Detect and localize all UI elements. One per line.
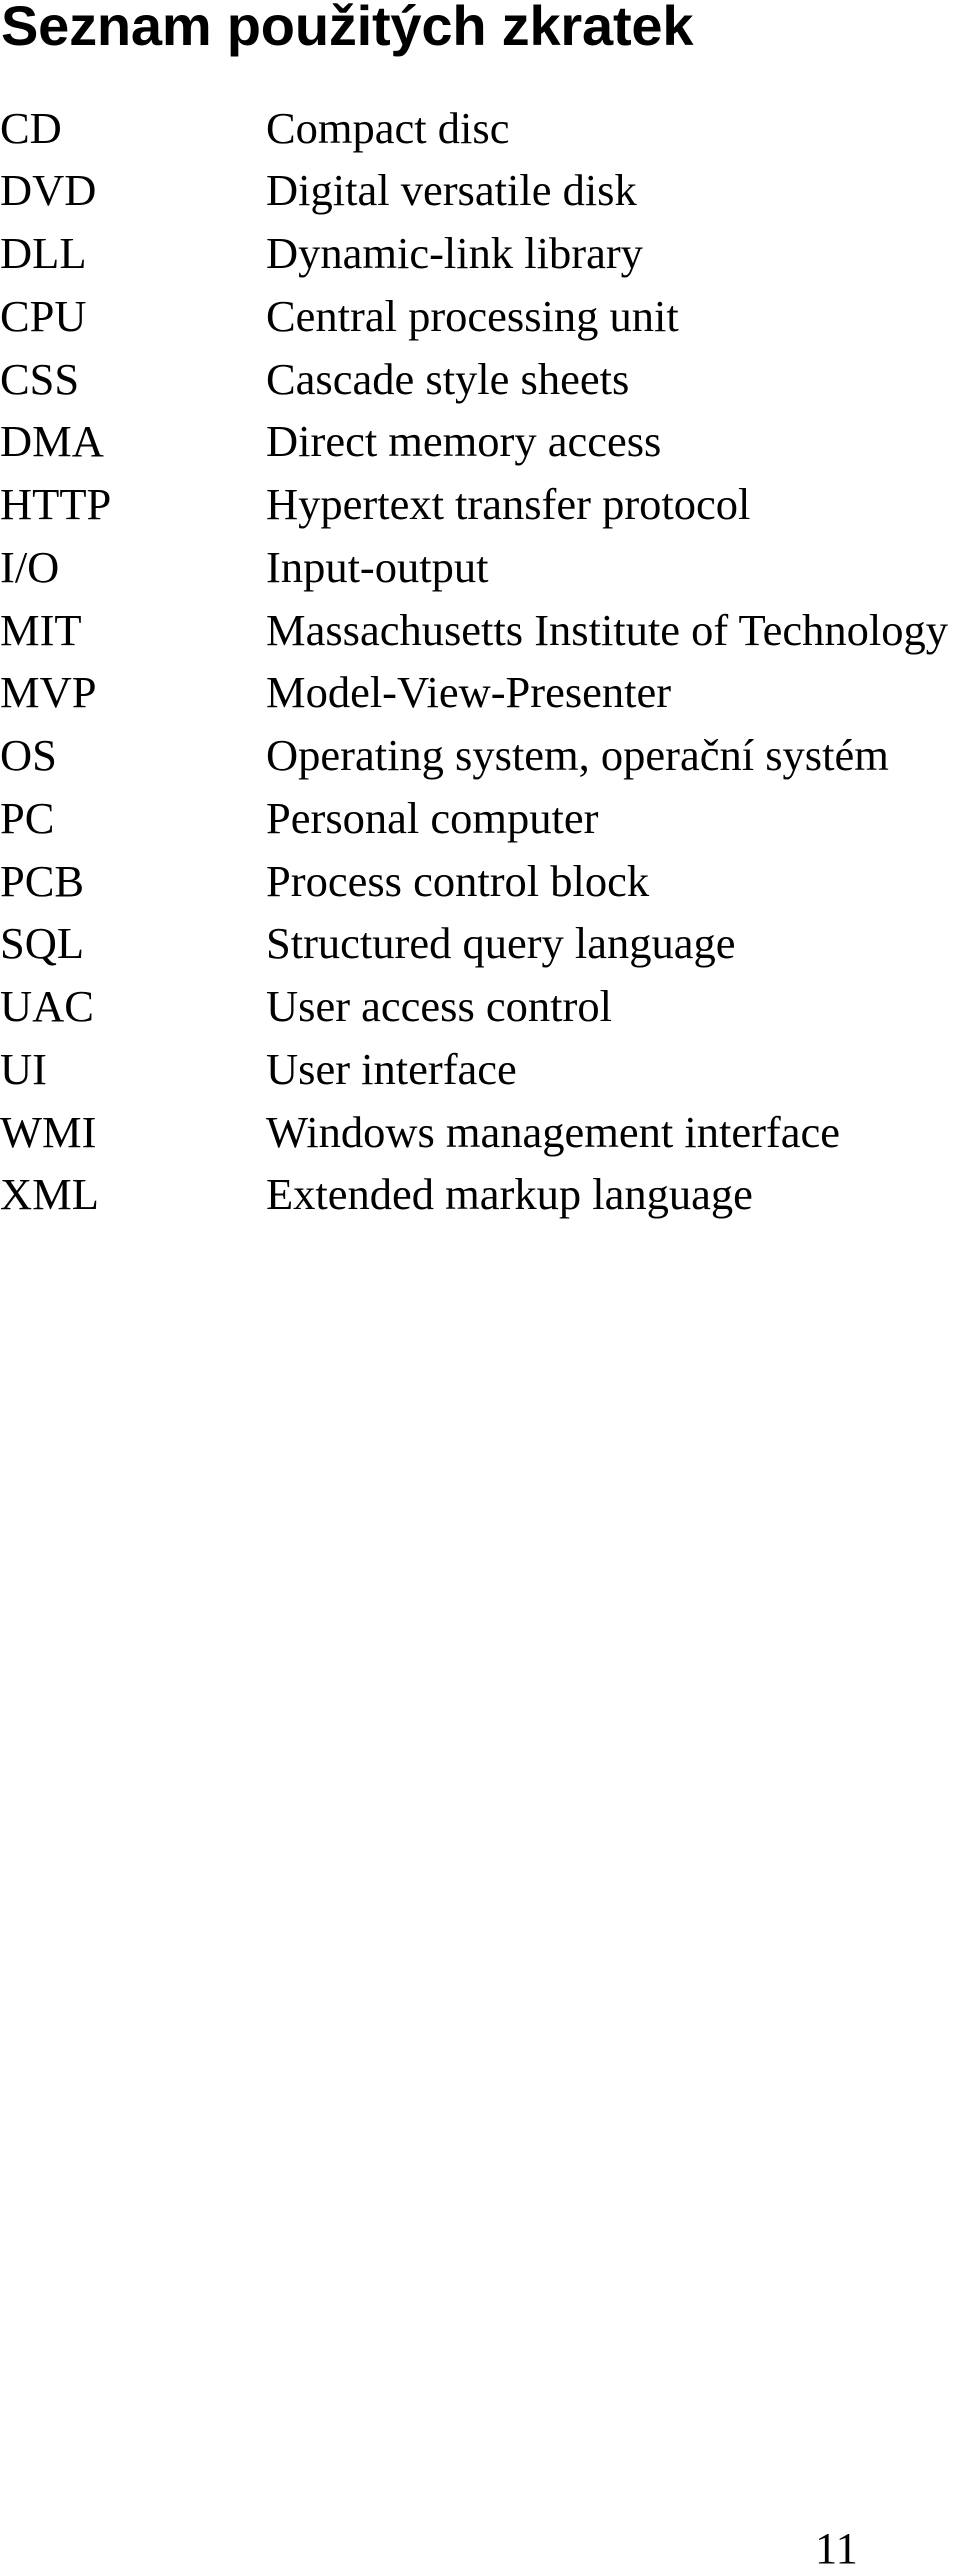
abbreviation-row: CPU Central processing unit — [0, 294, 960, 357]
abbreviation-row: DVD Digital versatile disk — [0, 168, 960, 231]
abbreviation-term: DLL — [0, 228, 87, 279]
abbreviation-term: CPU — [0, 290, 87, 341]
abbreviation-definition: Structured query language — [266, 918, 736, 969]
abbreviation-term: MIT — [0, 604, 82, 655]
abbreviation-row: I/O Input-output — [0, 545, 960, 608]
abbreviation-list: CD Compact disc DVD Digital versatile disk… — [0, 106, 960, 1236]
abbreviation-row: XML Extended markup language — [0, 1172, 960, 1235]
abbreviation-term: UAC — [0, 981, 94, 1032]
abbreviation-row: SQL Structured query language — [0, 921, 960, 984]
abbreviation-row: CSS Cascade style sheets — [0, 357, 960, 420]
abbreviation-term: I/O — [0, 541, 60, 592]
abbreviation-term: XML — [0, 1169, 99, 1220]
abbreviation-definition: Compact disc — [266, 102, 510, 153]
abbreviation-row: PC Personal computer — [0, 796, 960, 859]
abbreviation-term: HTTP — [0, 479, 112, 530]
abbreviation-row: DMA Direct memory access — [0, 419, 960, 482]
abbreviation-definition: Model-View-Presenter — [266, 667, 672, 718]
abbreviation-term: DMA — [0, 416, 104, 467]
abbreviation-row: PCB Process control block — [0, 859, 960, 922]
abbreviation-term: SQL — [0, 918, 85, 969]
abbreviation-definition: Operating system, operační systém — [266, 730, 889, 781]
abbreviation-row: WMI Windows management interface — [0, 1110, 960, 1173]
abbreviation-row: OS Operating system, operační systém — [0, 733, 960, 796]
abbreviation-row: CD Compact disc — [0, 106, 960, 169]
abbreviation-definition: User access control — [266, 981, 612, 1032]
abbreviation-term: OS — [0, 730, 57, 781]
abbreviation-definition: Digital versatile disk — [266, 165, 637, 216]
abbreviation-row: MVP Model-View-Presenter — [0, 670, 960, 733]
abbreviation-definition: Direct memory access — [266, 416, 662, 467]
abbreviation-definition: Central processing unit — [266, 290, 679, 341]
page-number: 11 — [815, 2522, 858, 2573]
abbreviation-definition: Input-output — [266, 541, 489, 592]
abbreviation-term: WMI — [0, 1106, 97, 1157]
abbreviation-definition: Cascade style sheets — [266, 353, 630, 404]
abbreviation-row: UI User interface — [0, 1047, 960, 1110]
abbreviation-definition: Extended markup language — [266, 1169, 753, 1220]
abbreviation-definition: Personal computer — [266, 792, 599, 843]
abbreviation-row: MIT Massachusetts Institute of Technology — [0, 608, 960, 671]
page-title: Seznam použitých zkratek — [1, 0, 694, 57]
abbreviation-term: MVP — [0, 667, 97, 718]
abbreviation-row: UAC User access control — [0, 984, 960, 1047]
abbreviation-row: DLL Dynamic-link library — [0, 231, 960, 294]
abbreviation-term: DVD — [0, 165, 97, 216]
abbreviation-term: PC — [0, 792, 55, 843]
abbreviation-term: CSS — [0, 353, 80, 404]
abbreviation-definition: Process control block — [266, 855, 650, 906]
abbreviation-definition: Hypertext transfer protocol — [266, 479, 751, 530]
abbreviation-definition: Windows management interface — [266, 1106, 841, 1157]
abbreviation-definition: Dynamic-link library — [266, 228, 643, 279]
abbreviation-term: PCB — [0, 855, 85, 906]
abbreviation-definition: Massachusetts Institute of Technology — [266, 604, 948, 655]
abbreviation-row: HTTP Hypertext transfer protocol — [0, 482, 960, 545]
abbreviation-term: UI — [0, 1043, 47, 1094]
abbreviation-term: CD — [0, 102, 62, 153]
abbreviation-definition: User interface — [266, 1043, 517, 1094]
